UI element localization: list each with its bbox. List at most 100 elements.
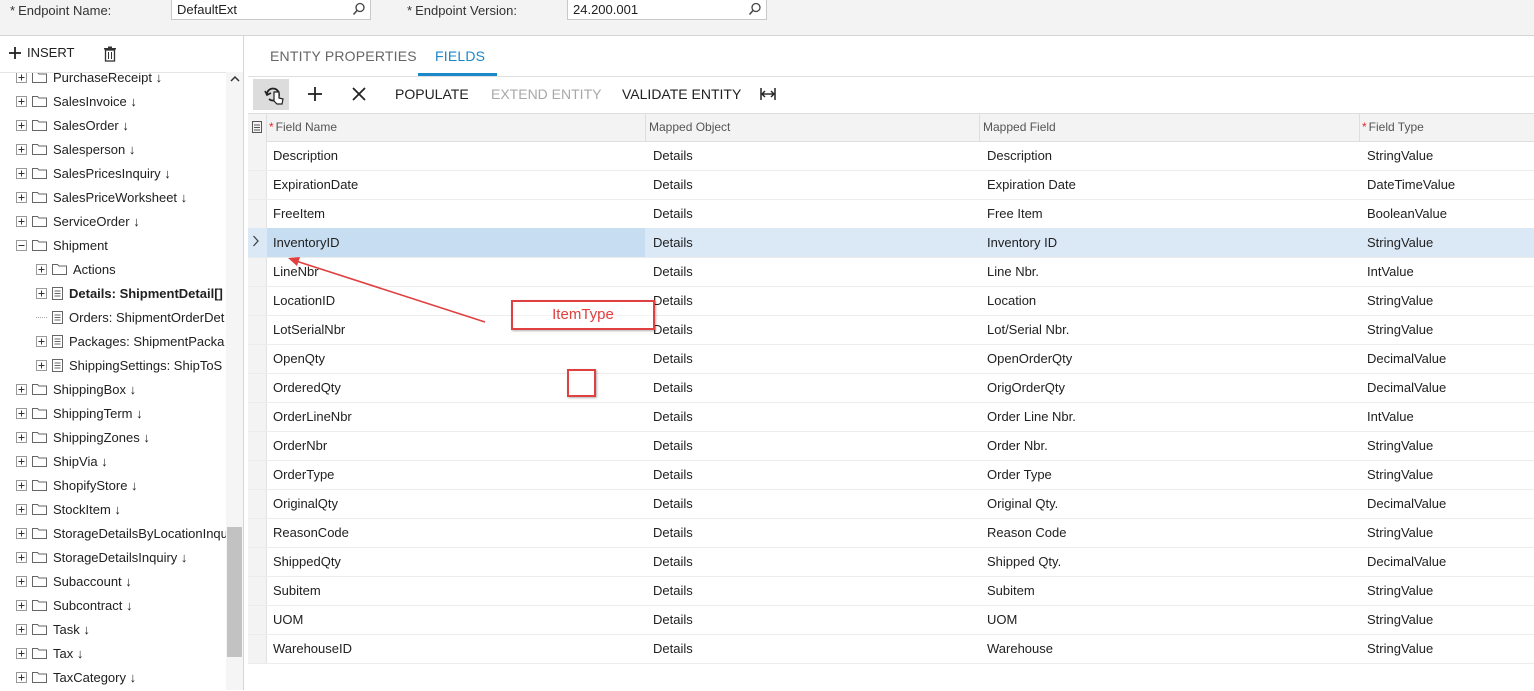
expand-icon[interactable] bbox=[36, 287, 47, 299]
validate-entity-button[interactable]: VALIDATE ENTITY bbox=[622, 86, 741, 102]
cell-field-name[interactable]: LocationID bbox=[273, 293, 335, 308]
cell-field-name[interactable]: Description bbox=[273, 148, 338, 163]
fit-columns-icon[interactable] bbox=[759, 85, 777, 103]
table-row[interactable]: FreeItem Details Free Item BooleanValue bbox=[248, 199, 1534, 229]
tree-node[interactable]: SalesOrder ↓ bbox=[16, 113, 129, 137]
refresh-icon[interactable] bbox=[263, 84, 287, 108]
tree-node[interactable]: SalesInvoice ↓ bbox=[16, 89, 137, 113]
tree-node[interactable]: Packages: ShipmentPacka bbox=[36, 329, 224, 353]
cell-mapped-field[interactable]: Order Line Nbr. bbox=[987, 409, 1076, 424]
tree-node[interactable]: ShippingZones ↓ bbox=[16, 425, 150, 449]
expand-icon[interactable] bbox=[16, 671, 27, 683]
tree-node[interactable]: ShippingBox ↓ bbox=[16, 377, 136, 401]
expand-icon[interactable] bbox=[16, 455, 27, 467]
expand-icon[interactable] bbox=[16, 191, 27, 203]
tree-node[interactable]: TaxCategory ↓ bbox=[16, 665, 136, 689]
tree-node[interactable]: Actions bbox=[36, 257, 116, 281]
expand-icon[interactable] bbox=[16, 479, 27, 491]
cell-mapped-object[interactable]: Details bbox=[653, 264, 693, 279]
cell-mapped-object[interactable]: Details bbox=[653, 322, 693, 337]
cell-field-name[interactable]: ShippedQty bbox=[273, 554, 341, 569]
tree-node[interactable]: Details: ShipmentDetail[] bbox=[36, 281, 223, 305]
expand-icon[interactable] bbox=[16, 623, 27, 635]
tree-node[interactable]: ShippingSettings: ShipToS bbox=[36, 353, 222, 377]
cell-mapped-field[interactable]: Free Item bbox=[987, 206, 1043, 221]
cell-field-type[interactable]: StringValue bbox=[1367, 641, 1433, 656]
cell-field-type[interactable]: StringValue bbox=[1367, 525, 1433, 540]
tree-node[interactable]: StorageDetailsByLocationInqu bbox=[16, 521, 226, 545]
expand-icon[interactable] bbox=[16, 72, 27, 83]
table-row[interactable]: UOM Details UOM StringValue bbox=[248, 605, 1534, 635]
cell-mapped-object[interactable]: Details bbox=[653, 177, 693, 192]
expand-icon[interactable] bbox=[16, 383, 27, 395]
tab-entity-properties[interactable]: ENTITY PROPERTIES bbox=[270, 48, 417, 64]
insert-button[interactable]: INSERT bbox=[8, 45, 74, 60]
table-row[interactable]: ExpirationDate Details Expiration Date Date… bbox=[248, 170, 1534, 200]
expand-icon[interactable] bbox=[16, 503, 27, 515]
cell-field-type[interactable]: StringValue bbox=[1367, 235, 1433, 250]
collapse-icon[interactable] bbox=[16, 239, 27, 251]
cell-field-name[interactable]: OriginalQty bbox=[273, 496, 338, 511]
grid-settings-icon[interactable] bbox=[252, 121, 262, 133]
tab-fields[interactable]: FIELDS bbox=[435, 48, 485, 64]
cell-field-name[interactable]: FreeItem bbox=[273, 206, 325, 221]
cell-field-type[interactable]: DateTimeValue bbox=[1367, 177, 1455, 192]
cell-field-name[interactable]: OpenQty bbox=[273, 351, 325, 366]
cell-mapped-field[interactable]: Warehouse bbox=[987, 641, 1053, 656]
table-row[interactable]: LineNbr Details Line Nbr. IntValue bbox=[248, 257, 1534, 287]
populate-button[interactable]: POPULATE bbox=[395, 86, 469, 102]
table-row[interactable]: LotSerialNbr Details Lot/Serial Nbr. String… bbox=[248, 315, 1534, 345]
tree-node[interactable]: Tax ↓ bbox=[16, 641, 83, 665]
cell-mapped-field[interactable]: Order Nbr. bbox=[987, 438, 1048, 453]
tree-node[interactable]: ShopifyStore ↓ bbox=[16, 473, 138, 497]
table-row[interactable]: OpenQty Details OpenOrderQty DecimalValue bbox=[248, 344, 1534, 374]
cell-mapped-object[interactable]: Details bbox=[653, 496, 693, 511]
table-row[interactable]: OrderNbr Details Order Nbr. StringValue bbox=[248, 431, 1534, 461]
cell-field-type[interactable]: IntValue bbox=[1367, 409, 1414, 424]
cell-mapped-field[interactable]: Inventory ID bbox=[987, 235, 1057, 250]
expand-icon[interactable] bbox=[16, 551, 27, 563]
column-header-mapped-object[interactable]: Mapped Object bbox=[649, 120, 730, 134]
cell-field-name[interactable]: OrderLineNbr bbox=[273, 409, 352, 424]
cell-field-type[interactable]: BooleanValue bbox=[1367, 206, 1447, 221]
expand-icon[interactable] bbox=[16, 575, 27, 587]
cell-field-type[interactable]: StringValue bbox=[1367, 612, 1433, 627]
tree-node[interactable]: PurchaseReceipt ↓ bbox=[16, 72, 162, 89]
cell-field-type[interactable]: DecimalValue bbox=[1367, 380, 1446, 395]
expand-icon[interactable] bbox=[16, 431, 27, 443]
tree-node[interactable]: Shipment bbox=[16, 233, 108, 257]
cell-field-name[interactable]: InventoryID bbox=[273, 235, 339, 250]
cell-field-name[interactable]: WarehouseID bbox=[273, 641, 352, 656]
table-row[interactable]: InventoryID Details Inventory ID StringValu… bbox=[248, 228, 1534, 258]
cell-field-name[interactable]: OrderedQty bbox=[273, 380, 341, 395]
cell-mapped-object[interactable]: Details bbox=[653, 409, 693, 424]
tree-node[interactable]: Subaccount ↓ bbox=[16, 569, 132, 593]
cell-mapped-object[interactable]: Details bbox=[653, 206, 693, 221]
expand-icon[interactable] bbox=[16, 599, 27, 611]
expand-icon[interactable] bbox=[36, 359, 47, 371]
expand-icon[interactable] bbox=[16, 143, 27, 155]
table-row[interactable]: OriginalQty Details Original Qty. DecimalVa… bbox=[248, 489, 1534, 519]
cell-field-name[interactable]: LineNbr bbox=[273, 264, 319, 279]
tree-node[interactable]: Task ↓ bbox=[16, 617, 90, 641]
cell-field-type[interactable]: StringValue bbox=[1367, 467, 1433, 482]
table-row[interactable]: Description Details Description StringValue bbox=[248, 141, 1534, 171]
cell-field-type[interactable]: DecimalValue bbox=[1367, 351, 1446, 366]
cell-mapped-field[interactable]: Shipped Qty. bbox=[987, 554, 1061, 569]
table-row[interactable]: WarehouseID Details Warehouse StringValue bbox=[248, 634, 1534, 664]
cell-field-type[interactable]: DecimalValue bbox=[1367, 496, 1446, 511]
table-row[interactable]: OrderType Details Order Type StringValue bbox=[248, 460, 1534, 490]
delete-row-icon[interactable] bbox=[350, 85, 368, 103]
tree-node[interactable]: Subcontract ↓ bbox=[16, 593, 133, 617]
add-row-icon[interactable] bbox=[306, 85, 324, 103]
search-icon[interactable] bbox=[748, 2, 762, 16]
cell-mapped-object[interactable]: Details bbox=[653, 235, 693, 250]
extend-entity-button[interactable]: EXTEND ENTITY bbox=[491, 86, 601, 102]
column-header-field-name[interactable]: * Field Name bbox=[269, 120, 337, 134]
expand-icon[interactable] bbox=[16, 647, 27, 659]
cell-mapped-field[interactable]: UOM bbox=[987, 612, 1017, 627]
tree-scrollbar[interactable] bbox=[226, 72, 243, 690]
cell-mapped-field[interactable]: OpenOrderQty bbox=[987, 351, 1072, 366]
expand-icon[interactable] bbox=[16, 95, 27, 107]
expand-icon[interactable] bbox=[36, 335, 47, 347]
